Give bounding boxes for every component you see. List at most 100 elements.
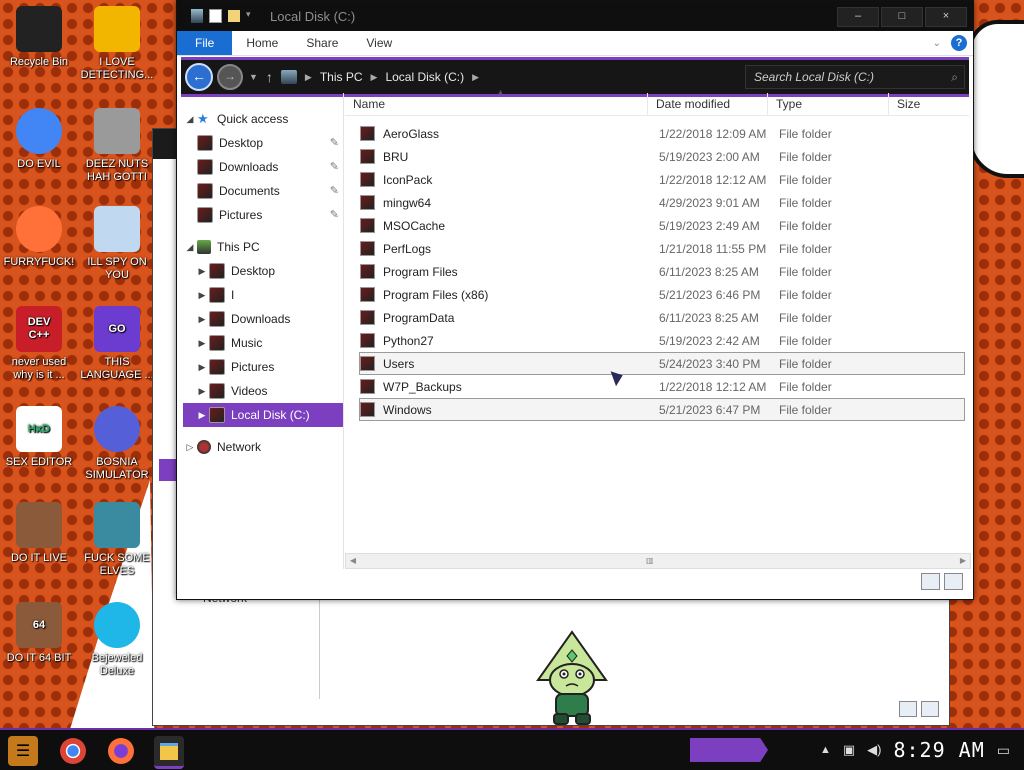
file-row[interactable]: ProgramData 6/11/2023 8:25 AM File folder [359,306,965,329]
desktop-icon[interactable]: Recycle Bin [2,6,76,69]
tree-pc-item[interactable]: ▶ Downloads [183,307,343,331]
breadcrumb-local-disk[interactable]: Local Disk (C:) [385,70,464,84]
file-row[interactable]: Program Files (x86) 5/21/2023 6:46 PM File… [359,283,965,306]
pin-icon[interactable]: ✎ [330,131,339,155]
tree-this-pc[interactable]: ◢ This PC [183,235,343,259]
expand-arrow-icon[interactable]: ▶ [195,379,209,403]
file-row[interactable]: W7P_Backups 1/22/2018 12:12 AM File folder [359,375,965,398]
breadcrumb-this-pc[interactable]: This PC [320,70,363,84]
pin-icon[interactable]: ✎ [330,203,339,227]
breadcrumb-separator-icon[interactable]: ▶ [305,72,312,83]
search-input[interactable] [746,69,952,85]
properties-icon[interactable] [209,9,222,23]
large-icons-view-icon[interactable] [921,701,939,717]
file-row[interactable]: Program Files 6/11/2023 8:25 AM File folde… [359,260,965,283]
desktop-icon[interactable]: FURRYFUCK! [2,206,76,269]
tree-pc-item[interactable]: ▶ Music [183,331,343,355]
explorer-app-icon[interactable] [191,9,203,23]
pin-icon[interactable]: ✎ [330,179,339,203]
desktop-icon[interactable]: DO EVIL [2,108,76,171]
tree-local-disk-selected[interactable]: ▶ Local Disk (C:) [183,403,343,427]
column-size[interactable]: Size [889,93,967,115]
up-arrow-icon[interactable]: ↑ [266,69,273,85]
column-date-modified[interactable]: Date modified [648,93,768,115]
new-folder-icon[interactable] [228,10,240,22]
tree-quick-item[interactable]: Pictures ✎ [183,203,343,227]
tree-pc-item[interactable]: ▶ Desktop [183,259,343,283]
file-row[interactable]: Windows 5/21/2023 6:47 PM File folder [359,398,965,421]
horizontal-scrollbar[interactable]: ◀ ▥ ▶ [345,553,971,569]
firefox-taskbar-icon[interactable] [108,738,134,764]
tree-quick-access[interactable]: ◢ ★ Quick access [183,107,343,131]
network-tray-icon[interactable]: ▣ [843,742,855,758]
expand-arrow-icon[interactable]: ▶ [195,331,209,355]
tab-view[interactable]: View [352,31,406,55]
customize-toolbar-chevron-icon[interactable]: ▾ [246,9,256,23]
desktop-icon[interactable]: DEV C++ never used why is it ... [2,306,76,382]
desktop-icon[interactable]: DEEZ NUTS HAH GOTTI [80,108,154,184]
forward-button[interactable]: → [217,64,243,90]
maximize-button[interactable]: □ [881,7,923,27]
desktop-icon[interactable]: GO THIS LANGUAGE ... [80,306,154,382]
file-row[interactable]: mingw64 4/29/2023 9:01 AM File folder [359,191,965,214]
expand-arrow-icon[interactable]: ▶ [195,259,209,283]
window-titlebar[interactable]: ▾ Local Disk (C:) – □ × [177,1,973,31]
tab-home[interactable]: Home [232,31,292,55]
breadcrumb-separator-icon[interactable]: ▶ [371,72,378,83]
tree-quick-item[interactable]: Downloads ✎ [183,155,343,179]
tree-pc-item[interactable]: ▶ Pictures [183,355,343,379]
file-row[interactable]: IconPack 1/22/2018 12:12 AM File folder [359,168,965,191]
tab-file[interactable]: File [177,31,233,55]
desktop-icon[interactable]: HxD SEX EDITOR [2,406,76,469]
desktop-icon[interactable]: DO IT LIVE [2,502,76,565]
tree-quick-item[interactable]: Desktop ✎ [183,131,343,155]
desktop-icon[interactable]: 64 DO IT 64 BIT [2,602,76,665]
scroll-right-arrow-icon[interactable]: ▶ [956,554,970,568]
column-type[interactable]: Type [768,93,889,115]
file-row[interactable]: Users 5/24/2023 3:40 PM File folder [359,352,965,375]
details-view-icon[interactable] [899,701,917,717]
scroll-left-arrow-icon[interactable]: ◀ [346,554,360,568]
collapse-arrow-icon[interactable]: ◢ [183,235,197,259]
back-button[interactable]: ← [185,63,213,91]
taskbar-clock[interactable]: 8:29 AM [893,738,984,762]
collapse-arrow-icon[interactable]: ◢ [183,107,197,131]
recent-locations-dropdown-icon[interactable]: ▼ [249,72,258,82]
desktop-icon[interactable]: FUCK SOME ELVES [80,502,154,578]
column-name[interactable]: Name [345,93,648,115]
desktop-icon[interactable]: I LOVE DETECTING... [80,6,154,82]
pin-icon[interactable]: ✎ [330,155,339,179]
help-icon[interactable]: ? [951,35,967,51]
file-row[interactable]: Python27 5/19/2023 2:42 AM File folder [359,329,965,352]
minimize-button[interactable]: – [837,7,879,27]
tree-pc-item[interactable]: ▶ I [183,283,343,307]
expand-arrow-icon[interactable]: ▶ [195,403,209,427]
close-button[interactable]: × [925,7,967,27]
expand-arrow-icon[interactable]: ▶ [195,307,209,331]
start-button[interactable]: ☰ [8,736,38,766]
file-row[interactable]: AeroGlass 1/22/2018 12:09 AM File folder [359,122,965,145]
expand-ribbon-chevron-icon[interactable]: ⌄ [933,38,941,49]
address-bar[interactable]: ▶ This PC ▶ Local Disk (C:) ▶ [280,66,745,88]
desktop-icon[interactable]: ILL SPY ON YOU [80,206,154,282]
search-icon[interactable]: ⌕ [951,70,958,85]
tab-share[interactable]: Share [292,31,352,55]
file-explorer-taskbar-icon[interactable] [154,736,184,769]
large-icons-view-button[interactable] [944,573,963,590]
tree-quick-item[interactable]: Documents ✎ [183,179,343,203]
scroll-thumb-icon[interactable]: ▥ [646,556,654,566]
volume-icon[interactable]: ◀) [867,742,881,758]
expand-arrow-icon[interactable]: ▷ [183,435,197,459]
details-view-button[interactable] [921,573,940,590]
chrome-taskbar-icon[interactable] [60,738,86,764]
breadcrumb-separator-icon[interactable]: ▶ [472,72,479,83]
file-row[interactable]: PerfLogs 1/21/2018 11:55 PM File folder [359,237,965,260]
desktop-icon[interactable]: Bejeweled Deluxe [80,602,154,678]
expand-arrow-icon[interactable]: ▶ [195,355,209,379]
tree-network[interactable]: ▷ Network [183,435,343,459]
file-row[interactable]: MSOCache 5/19/2023 2:49 AM File folder [359,214,965,237]
expand-arrow-icon[interactable]: ▶ [195,283,209,307]
show-hidden-icons-chevron-icon[interactable]: ▲ [820,744,831,756]
desktop-icon[interactable]: BOSNIA SIMULATOR [80,406,154,482]
notifications-icon[interactable]: ▭ [997,742,1010,759]
